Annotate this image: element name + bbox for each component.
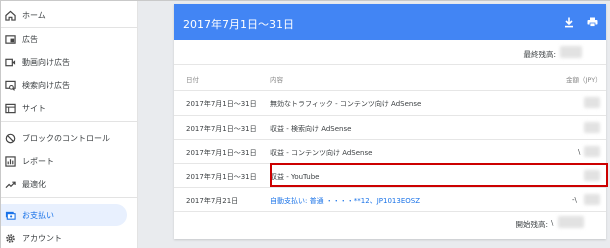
opening-balance-row: 開始残高: \ xyxy=(174,212,606,234)
sidebar-nav: ホーム 広告 動画向け広告 検索向け広告 サイト ブロックのコントロール レポー… xyxy=(1,1,138,248)
table-row: 2017年7月1日〜31日 収益 - 検索向け AdSense xyxy=(174,116,606,140)
final-balance-value-redacted xyxy=(560,46,582,58)
sidebar-item-search-ads[interactable]: 検索向け広告 xyxy=(1,74,127,96)
column-header-amount: 金額（JPY） xyxy=(566,76,602,84)
sidebar-item-video-ads[interactable]: 動画向け広告 xyxy=(1,51,127,73)
opening-balance-prefix: \ xyxy=(551,219,554,227)
nav-divider xyxy=(1,197,138,198)
row-date: 2017年7月1日〜31日 xyxy=(186,149,257,157)
sidebar-item-label: 広告 xyxy=(22,34,38,44)
row-date: 2017年7月1日〜31日 xyxy=(186,125,257,133)
row-description: 収益 - YouTube xyxy=(270,173,320,181)
sidebar-item-label: ブロックのコントロール xyxy=(22,133,110,143)
table-row: 2017年7月1日〜31日 無効なトラフィック - コンテンツ向け AdSens… xyxy=(174,91,606,115)
row-description: 無効なトラフィック - コンテンツ向け AdSense xyxy=(270,100,422,108)
sidebar-item-label: 最適化 xyxy=(22,179,46,189)
card-header: 2017年7月1日〜31日 xyxy=(174,4,606,40)
row-amount-prefix: \ xyxy=(578,148,581,156)
transactions-card: 2017年7月1日〜31日 最終残高: 日付 内容 金額（JPY） 2017年7… xyxy=(174,4,608,239)
column-header-description: 内容 xyxy=(270,76,283,84)
sidebar-item-account[interactable]: アカウント xyxy=(1,227,127,248)
table-row: 2017年7月1日〜31日 収益 - コンテンツ向け AdSense \ xyxy=(174,140,606,164)
sidebar-item-label: 検索向け広告 xyxy=(22,80,70,90)
block-icon xyxy=(3,131,17,145)
table-row: 2017年7月21日 自動支払い: 普通 ・・・・**12、JP1013EOSZ… xyxy=(174,188,606,212)
sidebar-item-sites[interactable]: サイト xyxy=(1,97,127,119)
row-amount-redacted xyxy=(584,170,600,181)
divider xyxy=(174,64,606,65)
sites-icon xyxy=(3,101,17,115)
sidebar-item-label: お支払い xyxy=(22,210,54,220)
opening-balance-value-redacted xyxy=(558,216,584,228)
final-balance-row: 最終残高: xyxy=(174,42,606,64)
opening-balance-label: 開始残高: xyxy=(515,220,548,229)
sidebar-item-ads[interactable]: 広告 xyxy=(1,28,127,50)
row-date: 2017年7月21日 xyxy=(186,197,239,205)
row-description: 収益 - コンテンツ向け AdSense xyxy=(270,149,373,157)
account-gear-icon xyxy=(3,231,17,245)
row-date: 2017年7月1日〜31日 xyxy=(186,173,257,181)
row-amount-redacted xyxy=(584,146,600,157)
row-date: 2017年7月1日〜31日 xyxy=(186,100,257,108)
sidebar-item-label: 動画向け広告 xyxy=(22,57,70,67)
print-icon xyxy=(587,17,597,27)
page-title: 2017年7月1日〜31日 xyxy=(183,18,294,31)
search-ads-icon xyxy=(3,78,17,92)
sidebar-item-reports[interactable]: レポート xyxy=(1,150,127,172)
download-button[interactable] xyxy=(562,15,576,29)
row-description: 収益 - 検索向け AdSense xyxy=(270,125,352,133)
table-row-highlighted: 2017年7月1日〜31日 収益 - YouTube xyxy=(174,164,606,188)
column-header-date: 日付 xyxy=(186,76,199,84)
auto-payment-link[interactable]: 自動支払い: 普通 ・・・・**12、JP1013EOSZ xyxy=(270,196,420,206)
row-amount-redacted xyxy=(584,122,600,133)
row-amount-redacted xyxy=(584,97,600,108)
print-button[interactable] xyxy=(585,15,599,29)
sidebar-item-payments[interactable]: お支払い xyxy=(1,204,127,226)
final-balance-label: 最終残高: xyxy=(523,50,556,59)
sidebar-item-optimization[interactable]: 最適化 xyxy=(1,173,127,195)
sidebar-item-label: ホーム xyxy=(22,10,46,20)
nav-divider xyxy=(1,121,138,122)
sidebar-item-label: レポート xyxy=(22,156,54,166)
row-amount-redacted xyxy=(584,194,600,205)
sidebar-item-label: サイト xyxy=(22,103,46,113)
payments-icon xyxy=(3,208,17,222)
main-content: 2017年7月1日〜31日 最終残高: 日付 内容 金額（JPY） 2017年7… xyxy=(138,1,610,248)
row-amount-prefix: -\ xyxy=(572,196,577,204)
sidebar-item-label: アカウント xyxy=(22,233,62,243)
sidebar-item-home[interactable]: ホーム xyxy=(1,4,127,26)
ads-icon xyxy=(3,32,17,46)
sidebar-item-block-controls[interactable]: ブロックのコントロール xyxy=(1,127,127,149)
optimization-icon xyxy=(3,177,17,191)
download-icon xyxy=(565,17,573,27)
reports-icon xyxy=(3,154,17,168)
video-ads-icon xyxy=(3,55,17,69)
home-icon xyxy=(3,8,17,22)
